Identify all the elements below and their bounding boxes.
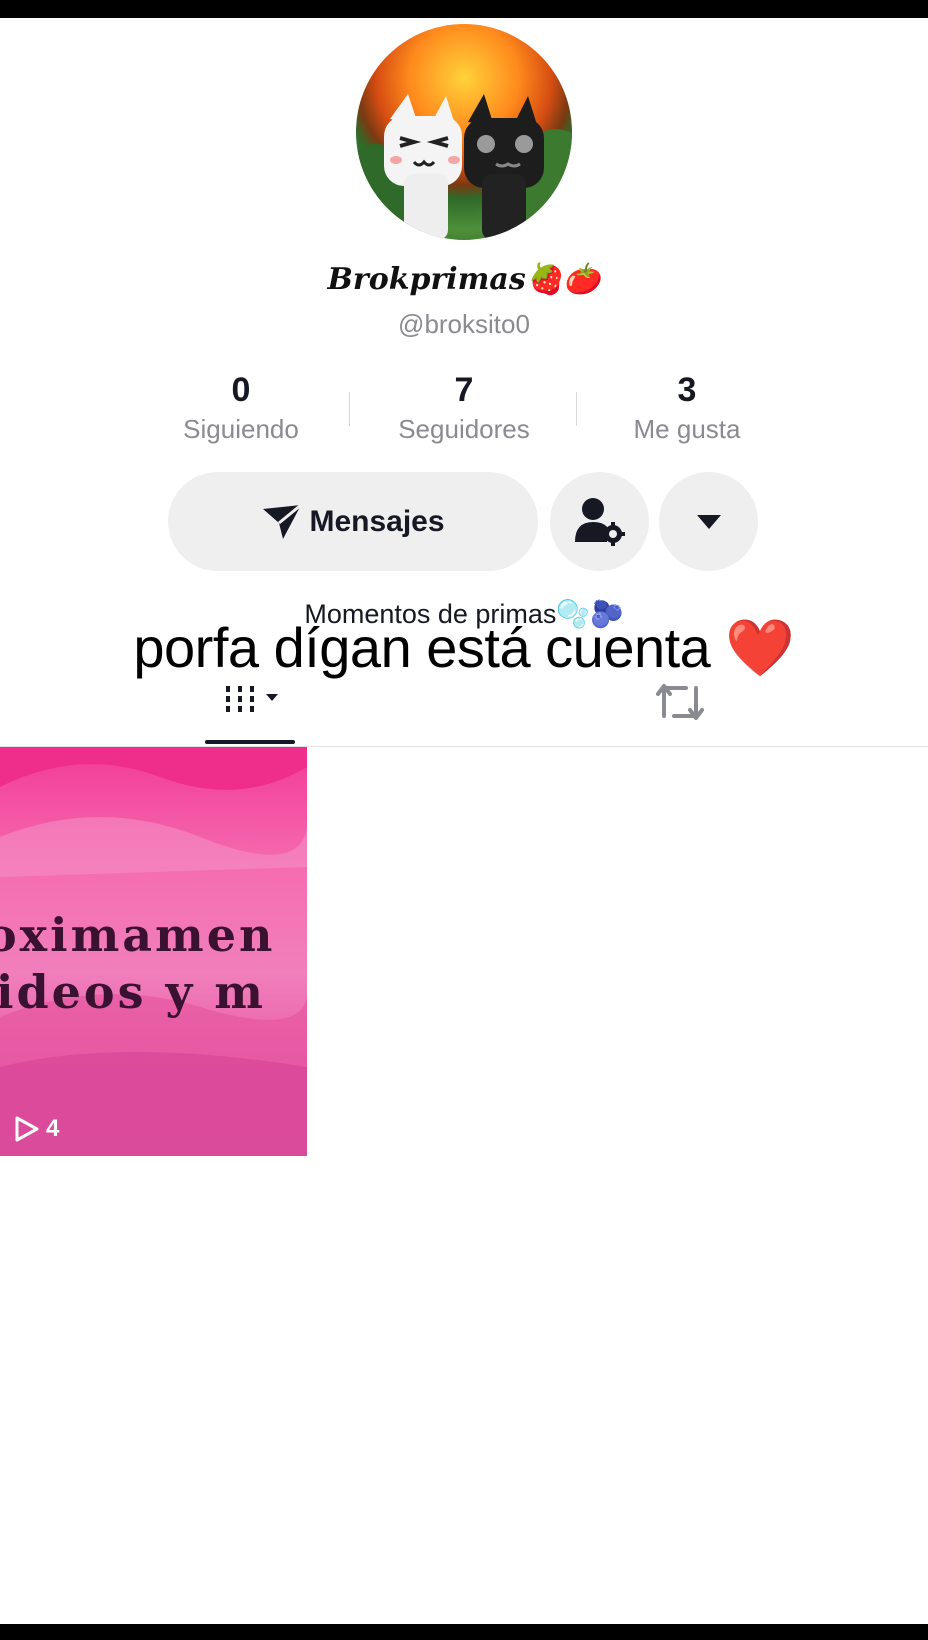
tab-videos[interactable] [222,680,294,724]
play-icon [15,1116,39,1142]
navigation-bar [0,1624,928,1640]
add-friend-button[interactable] [550,472,649,571]
more-options-button[interactable] [659,472,758,571]
stat-likes-label: Me gusta [633,414,741,444]
repost-icon [656,684,704,720]
tab-reposts[interactable] [650,678,710,726]
thumbnail-text-line2: ideos y m [0,965,266,1019]
send-icon [263,503,303,539]
profile-stats: 0 Siguiendo 7 Seguidores 3 Me gusta [130,370,798,450]
stat-following-label: Siguiendo [183,414,299,444]
play-count-value: 4 [46,1115,60,1142]
stat-following[interactable]: 0 Siguiendo [130,370,352,446]
status-bar [0,0,928,18]
play-count: 4 [14,1115,59,1143]
thumbnail-text-line1: oximamen [0,908,275,962]
message-button[interactable]: Mensajes [168,472,538,571]
stat-followers-label: Seguidores [398,414,530,444]
overlay-caption: porfa dígan está cuenta ❤️ [133,616,795,679]
display-name: Brokprimas🍓🍅 [327,262,601,297]
videos-grid-icon [226,686,278,712]
profile-avatar[interactable] [356,24,572,240]
message-button-label: Mensajes [309,504,445,538]
username: @broksito0 [398,309,530,339]
avatar-cats-image [356,94,572,240]
thumbnail-text-1: oximamen [0,908,276,962]
stat-followers[interactable]: 7 Seguidores [353,370,575,446]
thumbnail-text-2: ideos y m [0,965,266,1019]
stat-divider [349,392,350,426]
stat-followers-value: 7 [454,371,474,409]
caret-down-icon [696,514,721,529]
stat-following-value: 0 [231,371,251,409]
stat-likes[interactable]: 3 Me gusta [576,370,798,446]
user-settings-icon [574,497,625,546]
stat-likes-value: 3 [677,371,697,409]
active-tab-indicator [205,740,295,744]
